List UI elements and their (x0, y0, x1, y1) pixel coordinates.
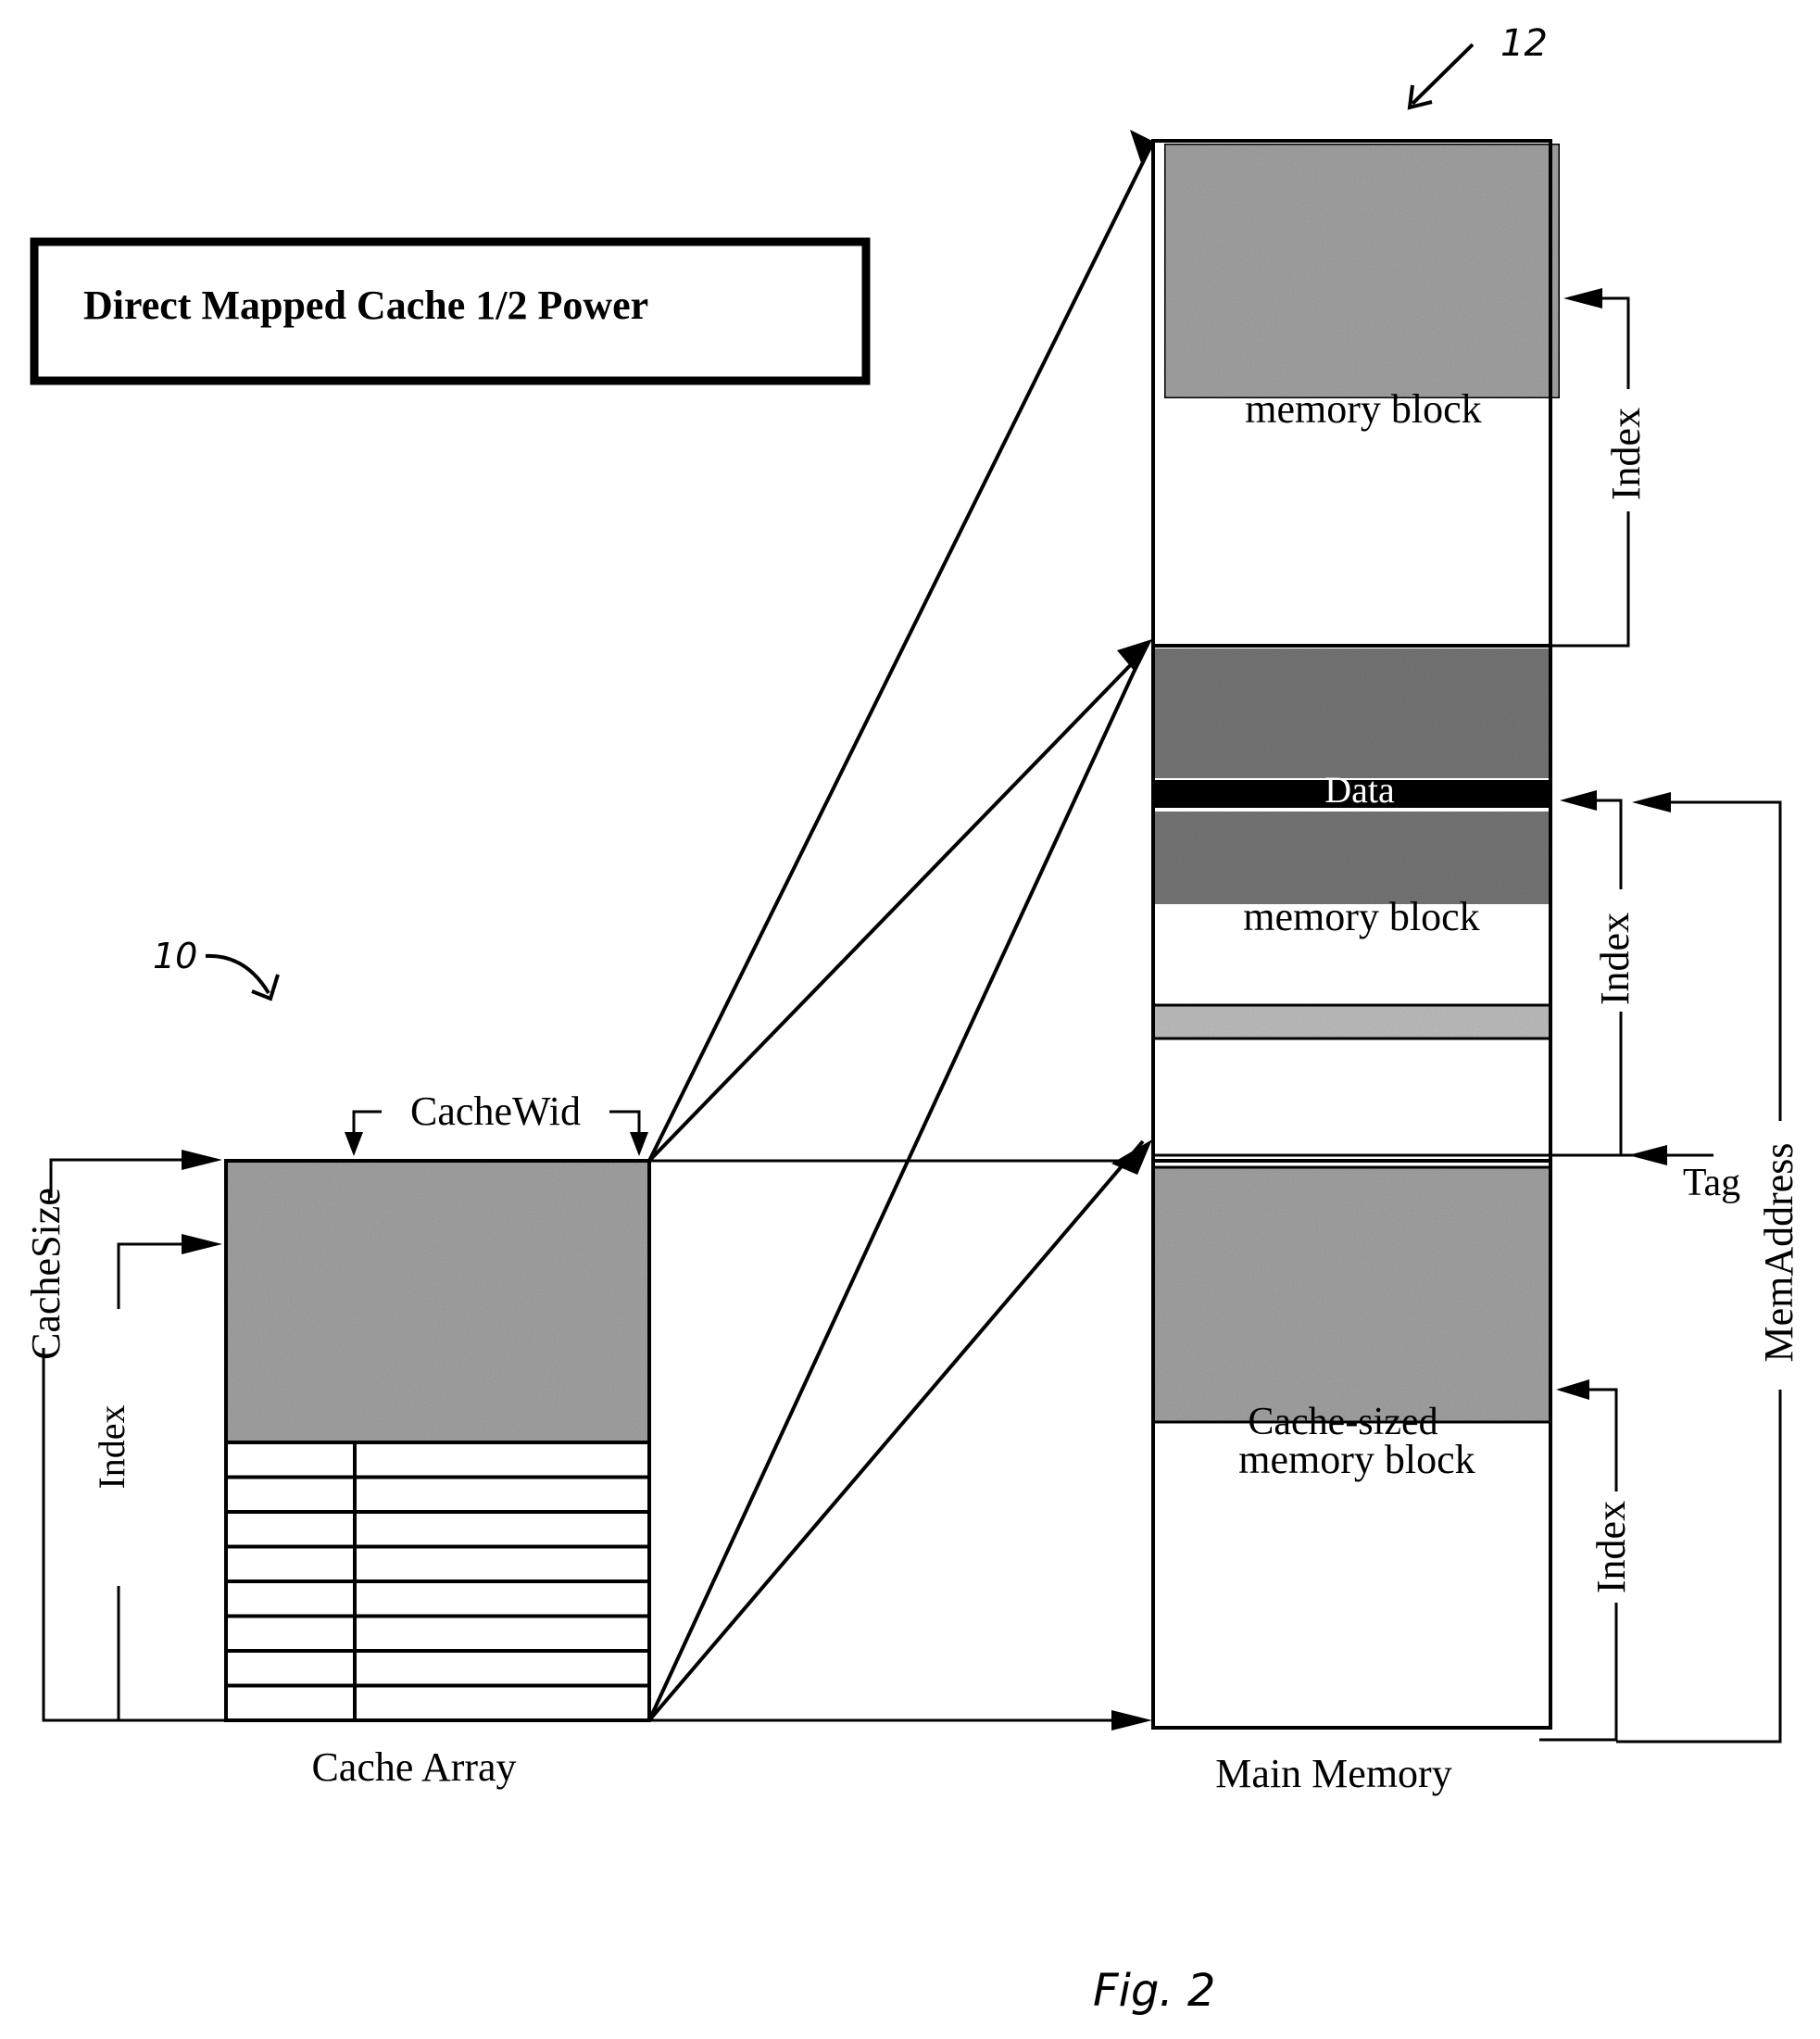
diagram-title: Direct Mapped Cache 1/2 Power (83, 283, 648, 328)
index2-label: Index (1592, 913, 1638, 1005)
tag-label: Tag (1683, 1162, 1740, 1204)
map-arrowhead-end-icon (1111, 1710, 1152, 1731)
memory-block3-shaded (1151, 1165, 1552, 1424)
tag-arrow-icon (1628, 1145, 1667, 1165)
index3-top-leader (1576, 1388, 1618, 1491)
numeral-12-label: 12 (1500, 22, 1548, 65)
cache-size-top-leader (49, 1158, 204, 1198)
reference-numeral-10: 10 (153, 936, 280, 1001)
memory-block1-shaded (1162, 142, 1562, 400)
memory-block2-shaded-bottom (1153, 812, 1550, 904)
mem-address-bottom-leader (1616, 1390, 1782, 1743)
index1-label: Index (1603, 408, 1649, 500)
mem-address-label: MemAddress (1756, 1142, 1801, 1362)
numeral-12-arrow-icon (1411, 43, 1475, 106)
cache-size-bottom-leader (42, 1348, 226, 1722)
cache-row (224, 1441, 651, 1479)
index3-arrow-icon (1556, 1379, 1589, 1400)
cache-width-left-arrow-icon (345, 1132, 363, 1156)
cache-row (224, 1475, 651, 1514)
mem-address-arrow-icon (1632, 792, 1671, 812)
cache-array: Cache Array CacheWid CacheSize Index (23, 1089, 651, 1790)
cache-index-label: Index (91, 1404, 132, 1489)
cache-size-arrow-icon (182, 1150, 222, 1170)
memory-light-band (1153, 1005, 1550, 1038)
index2-top-leader (1576, 799, 1623, 889)
index1-arrow-icon (1563, 288, 1602, 308)
memory-block2-label: memory block (1243, 894, 1479, 939)
map-arrowhead-block2-icon (1117, 639, 1152, 673)
cache-size-label: CacheSize (23, 1188, 69, 1360)
cache-array-label: Cache Array (311, 1744, 516, 1790)
cache-row (224, 1683, 651, 1722)
cache-row (224, 1510, 651, 1549)
cache-rows (224, 1441, 651, 1722)
index2-bottom-leader (1550, 1012, 1623, 1157)
index1-top-leader (1576, 296, 1630, 389)
index3-label: Index (1588, 1501, 1634, 1593)
main-memory: memory block Data memory block Cache-siz… (1151, 139, 1562, 1796)
cache-width-right-arrow-icon (630, 1132, 648, 1156)
map-arrowhead-block1-icon (1130, 130, 1152, 163)
figure-label: Fig. 2 (1093, 1965, 1215, 2017)
index1-bottom-leader (1550, 511, 1630, 648)
numeral-10-arrow-icon (205, 953, 270, 995)
cache-row (224, 1580, 651, 1618)
reference-numeral-12: 12 (1407, 22, 1548, 110)
data-label: Data (1324, 769, 1395, 811)
memory-dimensions: Index Index Tag Index MemAddress (1539, 288, 1801, 1743)
map-line-bottom-to-block3 (647, 1139, 1145, 1722)
title-box: Direct Mapped Cache 1/2 Power (30, 237, 871, 385)
cache-row (224, 1614, 651, 1653)
cache-index-top-leader (117, 1242, 204, 1309)
map-line-bottom-to-block2 (647, 651, 1145, 1721)
memory-block3-label-line2: memory block (1238, 1437, 1475, 1482)
index2-arrow-icon (1560, 790, 1597, 811)
cache-row (224, 1544, 651, 1583)
cache-shaded-region (226, 1161, 649, 1442)
cache-width-label: CacheWid (410, 1089, 581, 1134)
main-memory-label: Main Memory (1215, 1751, 1451, 1796)
memory-block2-shaded-top (1153, 648, 1550, 778)
cache-row (224, 1649, 651, 1688)
memory-block1-label: memory block (1245, 386, 1481, 432)
cache-index-arrow-icon (182, 1234, 222, 1254)
cache-mapping-diagram: Direct Mapped Cache 1/2 Power 12 10 Cach… (23, 22, 1801, 2017)
numeral-10-label: 10 (153, 936, 197, 976)
map-line-top-to-block2 (647, 650, 1145, 1163)
mem-address-top-leader (1638, 800, 1782, 1121)
